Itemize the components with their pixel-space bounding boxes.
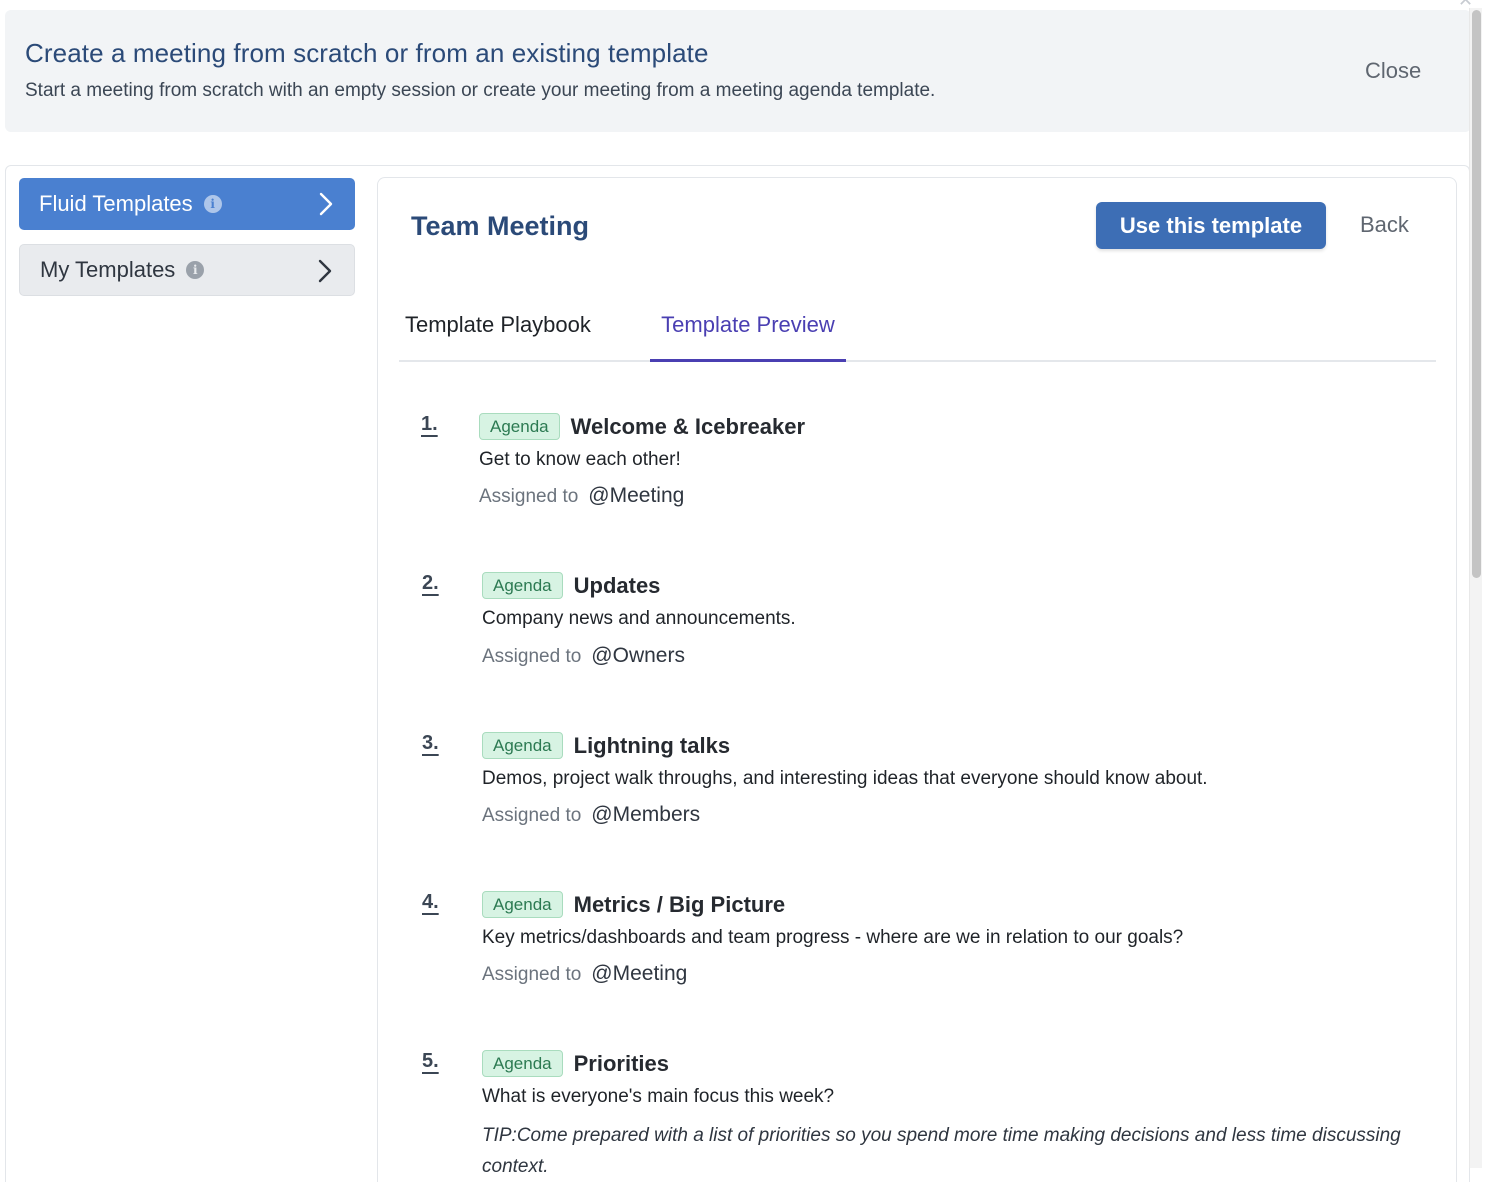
sidebar-item-label: My Templates xyxy=(40,257,176,282)
agenda-badge: Agenda xyxy=(482,1050,563,1077)
agenda-item-tip: TIP:Come prepared with a list of priorit… xyxy=(482,1125,1401,1177)
agenda-item-title: Welcome & Icebreaker xyxy=(570,413,806,439)
assigned-label: Assigned to xyxy=(482,805,582,826)
assigned-label: Assigned to xyxy=(482,964,582,985)
assignee: @Members xyxy=(591,803,701,826)
agenda-badge: Agenda xyxy=(482,732,563,759)
agenda-item-number: 1. xyxy=(421,413,438,435)
scrollbar-thumb[interactable] xyxy=(1472,10,1481,578)
sidebar-item-label: Fluid Templates xyxy=(39,191,193,216)
header-subtitle: Start a meeting from scratch with an emp… xyxy=(25,80,936,101)
agenda-item-number: 5. xyxy=(422,1050,439,1072)
agenda-item-header: Agenda Welcome & Icebreaker xyxy=(479,413,805,440)
assignee: @Meeting xyxy=(591,962,688,985)
info-icon[interactable]: i xyxy=(186,261,205,279)
agenda-badge: Agenda xyxy=(482,891,563,918)
close-button[interactable]: Close xyxy=(1365,58,1421,84)
agenda-item-title: Metrics / Big Picture xyxy=(573,891,786,917)
agenda-item-number: 3. xyxy=(422,732,439,754)
agenda-item-title: Updates xyxy=(573,572,661,598)
page: Create a meeting from scratch or from an… xyxy=(0,0,1490,1182)
agenda-item-header: Agenda Lightning talks xyxy=(482,732,730,759)
agenda-item-description: Get to know each other! xyxy=(479,449,681,470)
agenda-item-assigned: Assigned to @Owners xyxy=(482,644,685,668)
agenda-item-header: Agenda Priorities xyxy=(482,1050,669,1077)
agenda-item-number: 2. xyxy=(422,572,439,594)
tab-bar: Template Playbook Template Preview xyxy=(399,298,1436,362)
back-button[interactable]: Back xyxy=(1360,212,1409,238)
agenda-item-header: Agenda Metrics / Big Picture xyxy=(482,891,785,918)
assignee: @Owners xyxy=(591,644,685,667)
agenda-item-description: What is everyone's main focus this week? xyxy=(482,1086,835,1107)
assignee: @Meeting xyxy=(588,484,685,507)
header-title: Create a meeting from scratch or from an… xyxy=(25,38,709,68)
chevron-right-icon xyxy=(319,192,333,216)
agenda-item-description: Company news and announcements. xyxy=(482,608,796,629)
agenda-item-title: Priorities xyxy=(573,1050,669,1076)
tab-template-playbook[interactable]: Template Playbook xyxy=(405,312,591,362)
agenda-item-number: 4. xyxy=(422,891,439,913)
assigned-label: Assigned to xyxy=(482,646,582,667)
close-icon[interactable]: ✕ xyxy=(1458,0,1478,6)
agenda-item-assigned: Assigned to @Meeting xyxy=(482,962,687,986)
agenda-badge: Agenda xyxy=(479,413,560,440)
vertical-scrollbar[interactable] xyxy=(1469,8,1482,1168)
template-title: Team Meeting xyxy=(411,211,590,241)
use-template-button[interactable]: Use this template xyxy=(1096,202,1326,249)
agenda-item-title: Lightning talks xyxy=(573,732,731,758)
header-banner: Create a meeting from scratch or from an… xyxy=(5,10,1471,132)
assigned-label: Assigned to xyxy=(479,486,579,507)
agenda-item-header: Agenda Updates xyxy=(482,572,660,599)
chevron-right-icon xyxy=(318,259,332,283)
tab-template-preview[interactable]: Template Preview xyxy=(650,312,846,362)
agenda-badge: Agenda xyxy=(482,572,563,599)
template-panel: Team Meeting Use this template Back Temp… xyxy=(377,177,1457,1182)
sidebar-item-fluid-templates[interactable]: Fluid Templates i xyxy=(19,178,355,230)
sidebar-item-my-templates[interactable]: My Templates i xyxy=(19,244,355,296)
info-icon[interactable]: i xyxy=(203,195,222,213)
agenda-item-description: Demos, project walk throughs, and intere… xyxy=(482,768,1208,789)
agenda-item-assigned: Assigned to @Members xyxy=(482,803,700,827)
agenda-item-assigned: Assigned to @Meeting xyxy=(479,484,684,508)
agenda-item-description: Key metrics/dashboards and team progress… xyxy=(482,927,1184,948)
